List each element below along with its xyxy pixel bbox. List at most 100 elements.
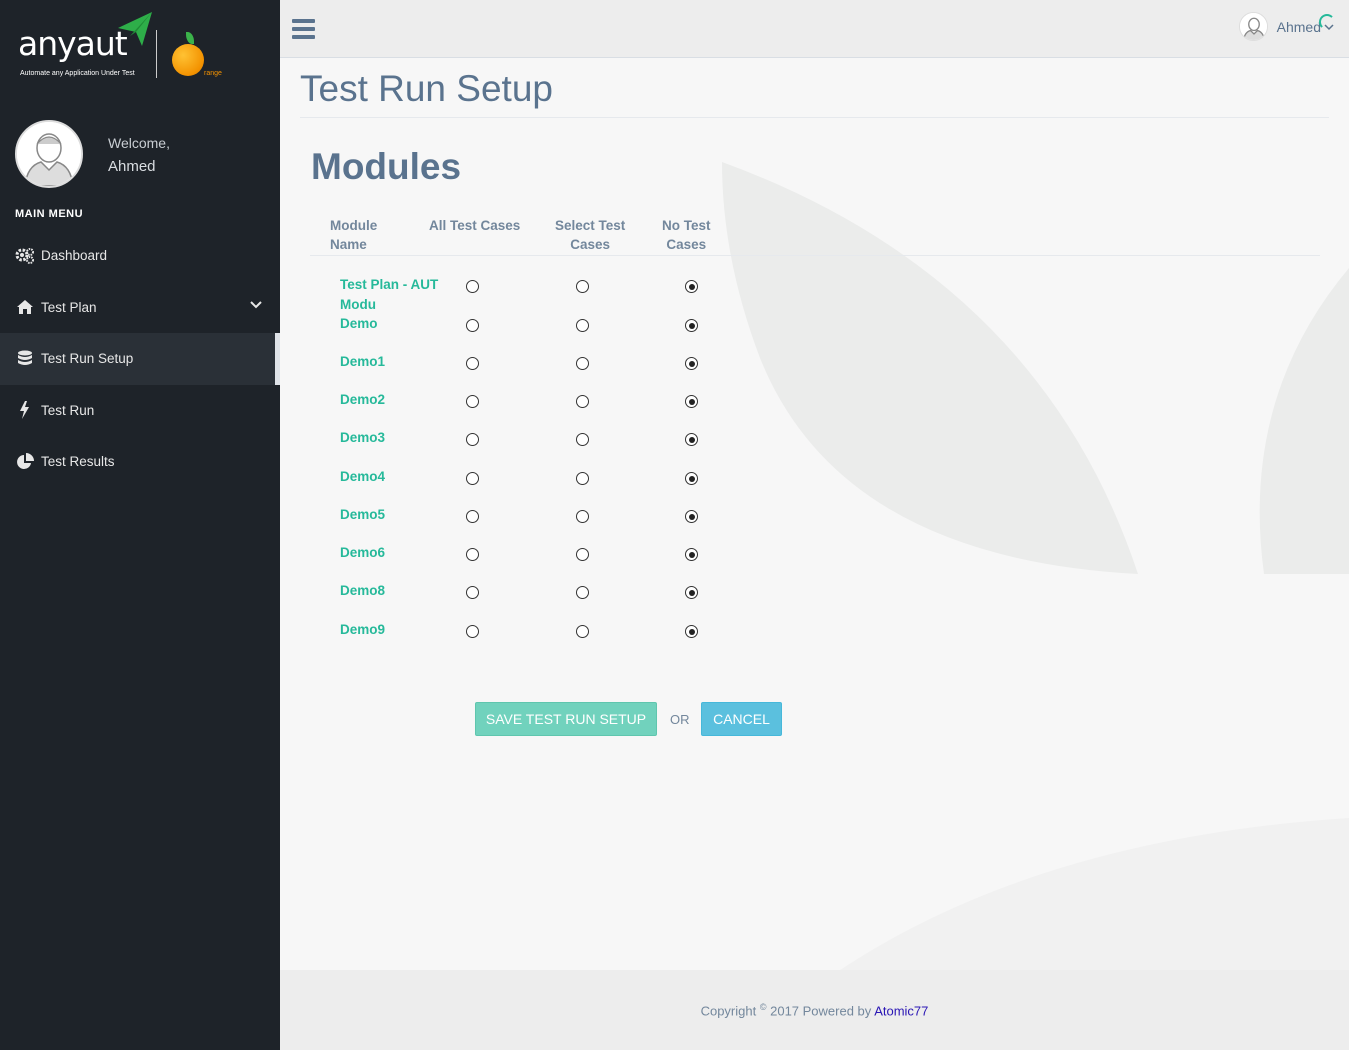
radio-all-test-cases[interactable] — [466, 357, 479, 370]
radio-none-test-cases[interactable] — [685, 280, 698, 293]
sidebar: anyaut Automate any Application Under Te… — [0, 0, 280, 1050]
user-name: Ahmed — [1276, 18, 1321, 35]
radio-select-test-cases[interactable] — [576, 472, 589, 485]
orange-logo-icon — [172, 44, 204, 76]
radio-none-test-cases[interactable] — [685, 472, 698, 485]
header-divider — [310, 255, 1320, 256]
main-content: Test Run Setup Modules Module Name All T… — [280, 58, 1349, 970]
radio-select-test-cases[interactable] — [576, 433, 589, 446]
radio-none-test-cases[interactable] — [685, 625, 698, 638]
title-divider — [300, 117, 1329, 118]
module-row: Demo9 — [280, 622, 1080, 663]
radio-none-test-cases[interactable] — [685, 586, 698, 599]
radio-select-test-cases[interactable] — [576, 395, 589, 408]
header-line: Cases — [570, 237, 611, 252]
atomic77-link[interactable]: Atomic77 — [874, 1003, 928, 1018]
loading-spinner-icon — [1319, 14, 1335, 30]
database-icon — [15, 350, 35, 368]
module-name: Demo6 — [340, 545, 386, 560]
sidebar-item-test-results[interactable]: Test Results — [0, 436, 280, 488]
module-row: Demo8 — [280, 583, 1080, 624]
footer-text: 2017 Powered by — [770, 1003, 872, 1019]
header-module-name: Module Name — [330, 216, 377, 254]
logo-text: anyaut — [18, 24, 128, 63]
radio-all-test-cases[interactable] — [466, 548, 479, 561]
sidebar-item-test-plan[interactable]: Test Plan — [0, 282, 280, 334]
radio-none-test-cases[interactable] — [685, 548, 698, 561]
radio-none-test-cases[interactable] — [685, 433, 698, 446]
module-name: Demo2 — [340, 392, 386, 407]
module-name: Demo3 — [340, 430, 386, 445]
header-line: Select Test — [555, 218, 626, 233]
radio-all-test-cases[interactable] — [466, 625, 479, 638]
welcome-block: Welcome, Ahmed — [108, 132, 170, 178]
header-line: Cases — [666, 237, 707, 252]
radio-all-test-cases[interactable] — [466, 319, 479, 332]
sidebar-item-label: Dashboard — [41, 248, 108, 264]
copyright-label: Copyright — [700, 1003, 757, 1019]
sidebar-item-test-run-setup[interactable]: Test Run Setup — [0, 333, 280, 385]
radio-select-test-cases[interactable] — [576, 548, 589, 561]
menu-toggle-icon[interactable] — [292, 19, 315, 39]
module-name: Demo8 — [340, 583, 386, 598]
module-name: Demo9 — [340, 622, 386, 637]
page-title: Test Run Setup — [300, 68, 553, 109]
radio-select-test-cases[interactable] — [576, 625, 589, 638]
radio-select-test-cases[interactable] — [576, 586, 589, 599]
header-line: No Test — [662, 218, 711, 233]
anyaut-logo[interactable]: anyaut Automate any Application Under Te… — [18, 10, 238, 85]
radio-all-test-cases[interactable] — [466, 433, 479, 446]
radio-select-test-cases[interactable] — [576, 510, 589, 523]
orange-logo-label: range — [204, 70, 222, 77]
sidebar-item-dashboard[interactable]: Dashboard — [0, 230, 280, 282]
copyright-symbol: © — [759, 1002, 767, 1012]
welcome-user-name: Ahmed — [108, 158, 156, 175]
header-line: Module — [330, 218, 378, 233]
header-no-test-cases: No Test Cases — [662, 216, 711, 254]
profile-avatar[interactable] — [15, 120, 83, 188]
orange-leaf-icon — [186, 32, 194, 44]
pie-chart-icon — [15, 452, 35, 471]
module-name: Test Plan - AUT Modu — [340, 277, 439, 312]
section-title: Modules — [311, 146, 462, 187]
sidebar-item-label: Test Run Setup — [41, 351, 134, 367]
gears-icon — [15, 247, 35, 265]
header-line: Name — [330, 237, 367, 252]
header-all-test-cases: All Test Cases — [429, 216, 520, 235]
radio-none-test-cases[interactable] — [685, 319, 698, 332]
user-avatar-icon — [1238, 12, 1268, 41]
radio-select-test-cases[interactable] — [576, 357, 589, 370]
header-select-test-cases: Select Test Cases — [555, 216, 625, 254]
radio-all-test-cases[interactable] — [466, 280, 479, 293]
module-row: Test Plan - AUT Modu — [280, 277, 1080, 318]
logo-tagline: Automate any Application Under Test — [20, 70, 135, 77]
main-menu-title: MAIN MENU — [15, 208, 84, 220]
radio-all-test-cases[interactable] — [466, 510, 479, 523]
radio-select-test-cases[interactable] — [576, 280, 589, 293]
home-icon — [15, 298, 35, 316]
module-name: Demo4 — [340, 469, 386, 484]
logo-divider — [156, 30, 157, 78]
welcome-label: Welcome, — [108, 135, 170, 151]
radio-none-test-cases[interactable] — [685, 395, 698, 408]
radio-none-test-cases[interactable] — [685, 357, 698, 370]
sidebar-item-label: Test Run — [41, 402, 95, 418]
radio-all-test-cases[interactable] — [466, 586, 479, 599]
module-name: Demo1 — [340, 354, 386, 369]
radio-all-test-cases[interactable] — [466, 472, 479, 485]
radio-select-test-cases[interactable] — [576, 319, 589, 332]
module-name: Demo — [340, 316, 378, 331]
sidebar-item-test-run[interactable]: Test Run — [0, 385, 280, 437]
radio-none-test-cases[interactable] — [685, 510, 698, 523]
module-name: Demo5 — [340, 507, 386, 522]
main-menu: Dashboard Test Plan Test Run Setup Test … — [0, 230, 280, 488]
sidebar-item-label: Test Results — [41, 454, 115, 470]
footer: Copyright © 2017 Powered by Atomic77 — [280, 970, 1349, 1050]
save-test-run-setup-button[interactable]: SAVE TEST RUN SETUP — [475, 702, 657, 736]
radio-all-test-cases[interactable] — [466, 395, 479, 408]
or-separator: OR — [670, 712, 690, 727]
cancel-button[interactable]: CANCEL — [701, 702, 782, 736]
sidebar-item-label: Test Plan — [41, 299, 97, 315]
module-row: Demo3 — [280, 430, 1080, 471]
chevron-down-icon[interactable] — [250, 300, 262, 310]
